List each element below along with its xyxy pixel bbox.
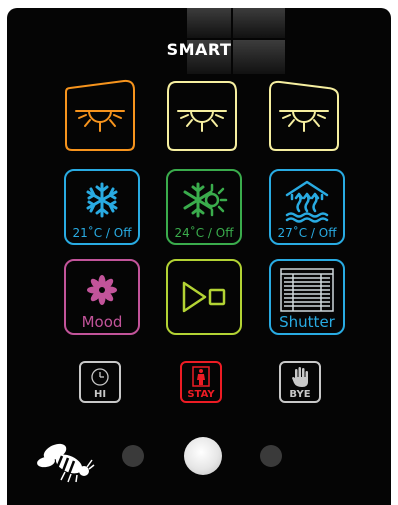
bee-logo-icon [37, 443, 95, 483]
scene-hi-button[interactable]: HI [79, 361, 121, 403]
page-dot-1[interactable] [122, 445, 144, 467]
scene-stay-button[interactable]: STAY [180, 361, 222, 403]
panel-title: SMART [166, 40, 232, 59]
scene-bye-button[interactable]: BYE [279, 361, 321, 403]
light-button-1[interactable] [62, 78, 138, 154]
climate-label-2: 24˚C / Off [174, 226, 234, 240]
scene-stay-label: STAY [187, 389, 215, 400]
scene-hi-label: HI [93, 389, 107, 400]
climate-label-1: 21˚C / Off [72, 226, 132, 240]
page-dot-3[interactable] [260, 445, 282, 467]
play-stop-button[interactable] [166, 259, 242, 335]
mood-label: Mood [81, 313, 123, 331]
light-button-2[interactable] [164, 78, 240, 154]
light-button-3[interactable] [266, 78, 342, 154]
climate-label-3: 27˚C / Off [277, 226, 337, 240]
shutter-label: Shutter [279, 313, 335, 331]
lamp-icon [75, 110, 125, 132]
scene-bye-label: BYE [289, 389, 311, 400]
climate-button-1[interactable]: 21˚C / Off [64, 169, 140, 245]
lamp-icon [177, 110, 227, 132]
page-dot-2[interactable] [184, 437, 222, 475]
smart-panel: SMART 21˚C / Off 24˚C / Off 27˚C / Off M… [7, 8, 391, 505]
play-stop-icon [182, 281, 226, 313]
climate-button-3[interactable]: 27˚C / Off [269, 169, 345, 245]
shutter-button[interactable]: Shutter [269, 259, 345, 335]
climate-button-2[interactable]: 24˚C / Off [166, 169, 242, 245]
mood-button[interactable]: Mood [64, 259, 140, 335]
lamp-icon [279, 110, 329, 132]
